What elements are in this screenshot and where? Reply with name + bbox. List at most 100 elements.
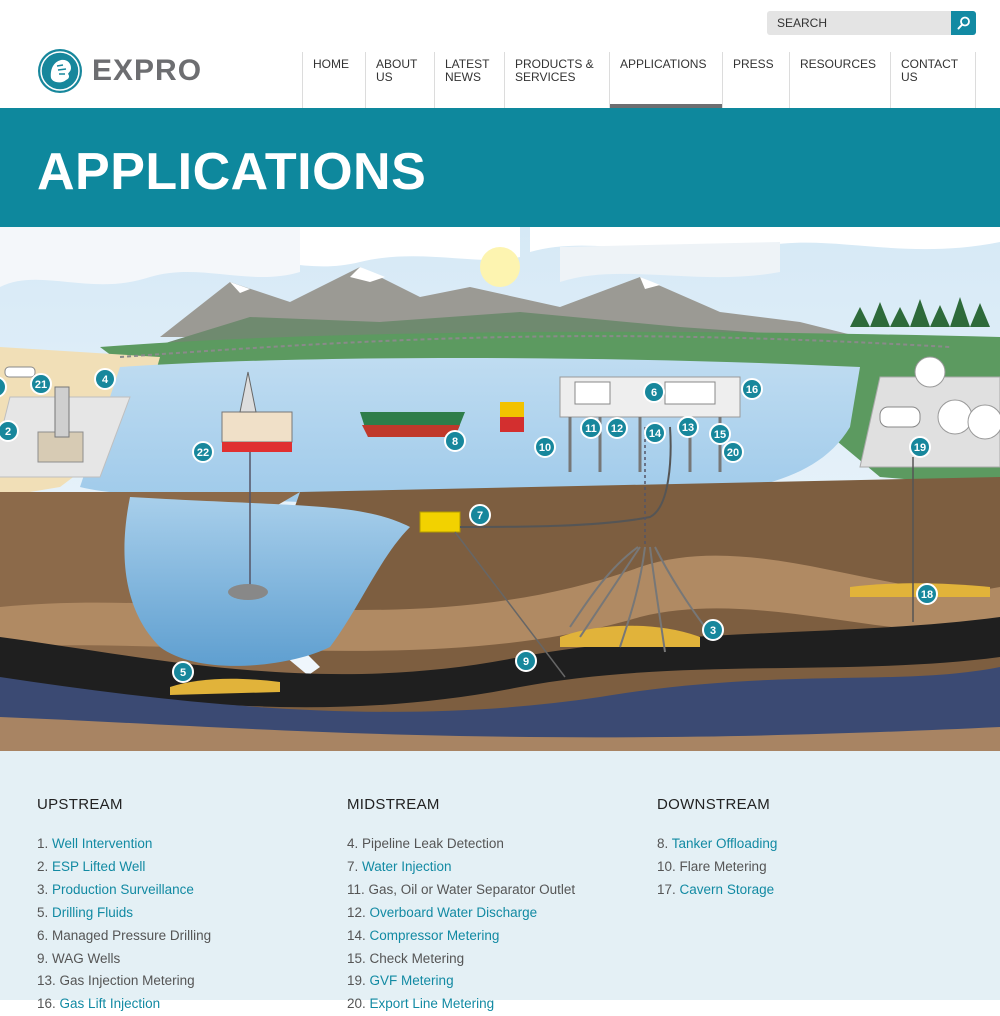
marker-4[interactable]: 4 <box>94 368 116 390</box>
application-link[interactable]: GVF Metering <box>370 973 454 988</box>
marker-number: 10 <box>539 442 551 454</box>
item-number: 13. <box>37 973 56 989</box>
list-item[interactable]: 17. Cavern Storage <box>657 879 957 902</box>
item-number: 3. <box>37 881 49 897</box>
application-label: Flare Metering <box>679 858 767 874</box>
marker-21[interactable]: 21 <box>30 373 52 395</box>
list-item: 4. Pipeline Leak Detection <box>347 833 647 856</box>
item-number: 17. <box>657 881 676 897</box>
list-item[interactable]: 5. Drilling Fluids <box>37 902 337 925</box>
marker-14[interactable]: 14 <box>644 422 666 444</box>
list-item[interactable]: 1. Well Intervention <box>37 833 337 856</box>
marker-number: 11 <box>585 423 597 435</box>
application-link[interactable]: Drilling Fluids <box>52 905 133 920</box>
item-number: 14. <box>347 927 366 943</box>
nav-products-services[interactable]: PRODUCTS & SERVICES <box>504 52 609 108</box>
list-item[interactable]: 2. ESP Lifted Well <box>37 856 337 879</box>
marker-number: 2 <box>5 426 11 438</box>
marker-12[interactable]: 12 <box>606 417 628 439</box>
list-item[interactable]: 14. Compressor Metering <box>347 925 647 948</box>
nav-contact-us[interactable]: CONTACT US <box>890 52 976 108</box>
item-number: 1. <box>37 836 49 851</box>
brand-name: EXPRO <box>92 54 203 87</box>
nav-press[interactable]: PRESS <box>722 52 789 108</box>
midstream-list: 4. Pipeline Leak Detection 7. Water Injec… <box>347 833 647 1016</box>
nav-contact-label-2: US <box>901 70 918 84</box>
marker-number: 19 <box>914 442 926 454</box>
marker-number: 7 <box>477 510 483 522</box>
nav-latest-news[interactable]: LATEST NEWS <box>434 52 504 108</box>
application-link[interactable]: Production Surveillance <box>52 882 194 897</box>
item-number: 5. <box>37 904 49 920</box>
marker-6[interactable]: 6 <box>643 381 665 403</box>
marker-20[interactable]: 20 <box>722 441 744 463</box>
marker-number: 18 <box>921 589 933 601</box>
application-label: Pipeline Leak Detection <box>362 836 504 851</box>
item-number: 6. <box>37 927 49 943</box>
page-title: APPLICATIONS <box>37 143 427 201</box>
marker-10[interactable]: 10 <box>534 436 556 458</box>
expro-logo[interactable]: EXPRO <box>37 46 227 96</box>
application-link[interactable]: Export Line Metering <box>370 996 495 1011</box>
nav-about-label-2: US <box>376 70 393 84</box>
marker-22[interactable]: 22 <box>192 441 214 463</box>
item-number: 2. <box>37 858 49 874</box>
application-link[interactable]: Cavern Storage <box>680 882 775 897</box>
marker-3[interactable]: 3 <box>702 619 724 641</box>
marker-9[interactable]: 9 <box>515 650 537 672</box>
application-link[interactable]: Compressor Metering <box>370 928 500 943</box>
nav-contact-label-1: CONTACT <box>901 57 959 71</box>
site-header: EXPRO HOME ABOUTUS LATESTNEWS PRODUCTS &… <box>0 0 1000 108</box>
application-link[interactable]: Well Intervention <box>52 836 152 851</box>
list-item[interactable]: 16. Gas Lift Injection <box>37 993 337 1016</box>
list-item[interactable]: 8. Tanker Offloading <box>657 833 957 856</box>
marker-number: 8 <box>452 436 458 448</box>
marker-19[interactable]: 19 <box>909 436 931 458</box>
marker-number: 20 <box>727 447 739 459</box>
application-link[interactable]: Water Injection <box>362 859 452 874</box>
oilfield-scene: 12345678910111213141516171819202122 <box>0 227 1000 751</box>
list-item[interactable]: 12. Overboard Water Discharge <box>347 902 647 925</box>
nav-applications-label: APPLICATIONS <box>620 57 707 71</box>
marker-11[interactable]: 11 <box>580 417 602 439</box>
search-input[interactable] <box>767 11 951 35</box>
list-item: 11. Gas, Oil or Water Separator Outlet <box>347 879 647 902</box>
list-item[interactable]: 19. GVF Metering <box>347 970 647 993</box>
marker-number: 12 <box>611 423 623 435</box>
nav-home[interactable]: HOME <box>302 52 365 108</box>
item-number: 19. <box>347 973 366 989</box>
page-banner: APPLICATIONS <box>0 108 1000 227</box>
application-link[interactable]: Overboard Water Discharge <box>370 905 538 920</box>
main-nav: HOME ABOUT US LATEST NEWS PRODUCTS & SERVIC… <box>302 52 976 108</box>
marker-13[interactable]: 13 <box>677 416 699 438</box>
item-number: 7. <box>347 858 359 874</box>
list-item[interactable]: 7. Water Injection <box>347 856 647 879</box>
list-item[interactable]: 20. Export Line Metering <box>347 993 647 1016</box>
marker-number: 3 <box>710 625 716 637</box>
item-number: 16. <box>37 996 56 1012</box>
search-button[interactable] <box>951 11 976 35</box>
marker-number: 13 <box>682 422 694 434</box>
marker-2[interactable]: 2 <box>0 420 19 442</box>
item-number: 10. <box>657 858 676 874</box>
marker-18[interactable]: 18 <box>916 583 938 605</box>
application-link[interactable]: Gas Lift Injection <box>60 996 161 1011</box>
nav-about-label-1: ABOUT <box>376 57 418 71</box>
nav-resources[interactable]: RESOURCES <box>789 52 890 108</box>
list-item: 10. Flare Metering <box>657 856 957 879</box>
marker-15[interactable]: 15 <box>709 423 731 445</box>
nav-applications[interactable]: APPLICATIONS <box>609 52 722 108</box>
nav-news-label-1: LATEST <box>445 57 490 71</box>
marker-7[interactable]: 7 <box>469 504 491 526</box>
application-label: Check Metering <box>369 950 465 966</box>
midstream-column: MIDSTREAM 4. Pipeline Leak Detection 7. W… <box>347 796 647 1016</box>
marker-8[interactable]: 8 <box>444 430 466 452</box>
application-link[interactable]: Tanker Offloading <box>672 836 778 851</box>
application-label: WAG Wells <box>52 950 121 966</box>
marker-16[interactable]: 16 <box>741 378 763 400</box>
nav-about-us[interactable]: ABOUT US <box>365 52 434 108</box>
application-link[interactable]: ESP Lifted Well <box>52 859 145 874</box>
list-item[interactable]: 3. Production Surveillance <box>37 879 337 902</box>
marker-5[interactable]: 5 <box>172 661 194 683</box>
nav-products-label-1: PRODUCTS & <box>515 57 594 71</box>
